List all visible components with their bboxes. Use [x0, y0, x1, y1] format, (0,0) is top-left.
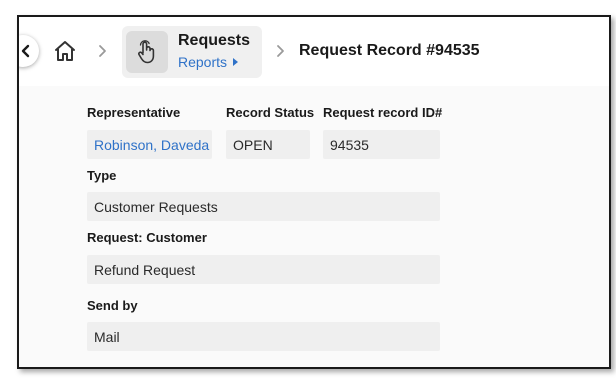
home-icon	[55, 41, 75, 61]
send-by-label: Send by	[87, 298, 138, 313]
breadcrumb-separator-icon	[277, 45, 284, 57]
send-by-field[interactable]: Mail	[87, 322, 440, 351]
representative-field[interactable]: Robinson, Daveda	[87, 130, 212, 159]
representative-label: Representative	[87, 105, 181, 120]
home-button[interactable]	[53, 39, 77, 63]
reports-link-label: Reports	[178, 54, 228, 70]
chevron-left-icon	[21, 44, 30, 58]
record-form: Representative Robinson, Daveda Record S…	[19, 86, 609, 367]
type-field[interactable]: Customer Requests	[87, 192, 440, 221]
caret-right-icon	[233, 58, 239, 66]
page-title: Request Record #94535	[299, 42, 480, 59]
app-tile	[126, 31, 168, 73]
request-customer-label: Request: Customer	[87, 230, 207, 245]
back-button[interactable]	[19, 35, 39, 67]
record-status-field[interactable]: OPEN	[226, 130, 310, 159]
app-title: Requests	[178, 32, 251, 49]
reports-link[interactable]: Reports	[178, 54, 239, 70]
breadcrumb-separator-icon	[99, 45, 106, 57]
record-id-label: Request record ID#	[323, 105, 443, 120]
request-customer-field[interactable]: Refund Request	[87, 255, 440, 284]
type-label: Type	[87, 168, 117, 183]
record-id-field[interactable]: 94535	[323, 130, 440, 159]
header-bar: Requests Reports Request Record #94535	[19, 17, 609, 86]
breadcrumb-requests-app[interactable]: Requests Reports	[122, 26, 262, 78]
window-frame: Requests Reports Request Record #94535 R…	[17, 15, 611, 369]
record-status-label: Record Status	[226, 105, 315, 120]
hand-pointer-icon	[138, 40, 155, 64]
